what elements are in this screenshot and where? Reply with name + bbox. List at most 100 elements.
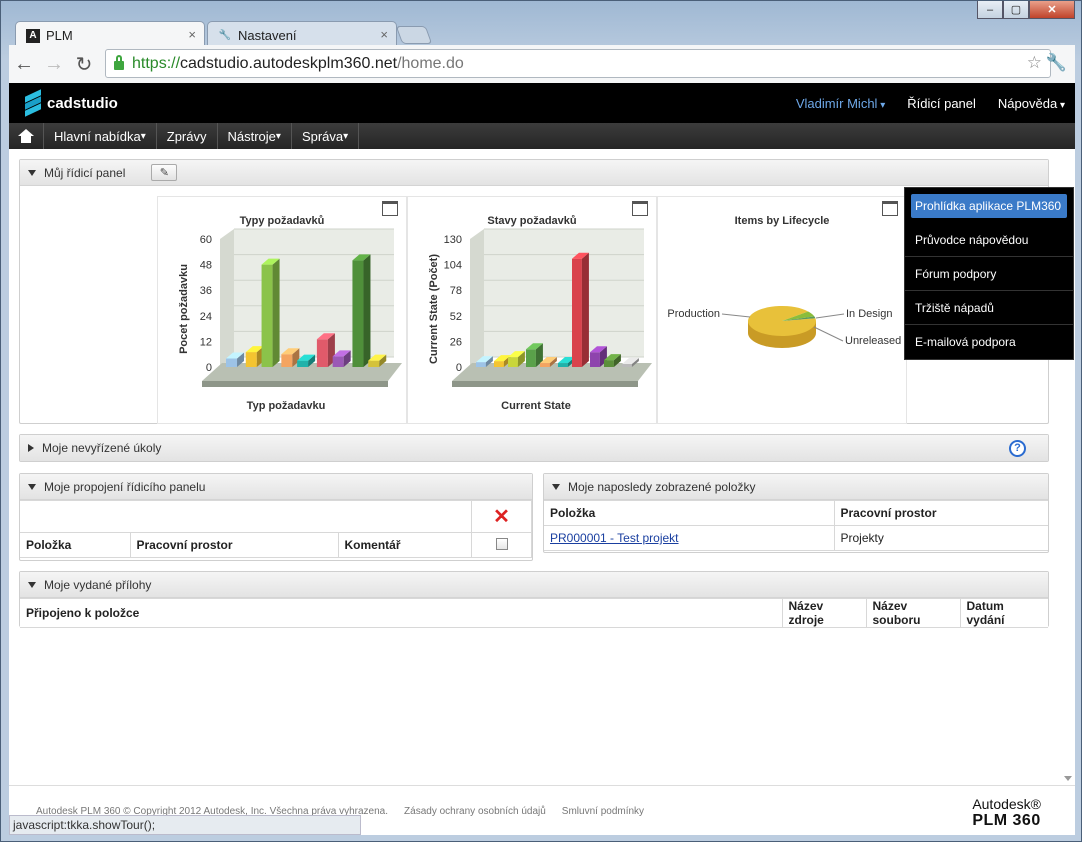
lock-icon [114, 55, 124, 70]
bar-side [581, 252, 589, 367]
close-tab-icon[interactable]: × [380, 27, 388, 42]
item-link[interactable]: PR000001 - Test projekt [550, 531, 679, 545]
menu-main[interactable]: Hlavní nabídka [44, 123, 157, 149]
plot-side-wall [470, 229, 484, 367]
bar-front [590, 352, 600, 367]
panel-header[interactable]: Moje nevyřízené úkoly ? [20, 435, 1048, 461]
minimize-button[interactable]: – [977, 1, 1003, 19]
user-menu[interactable]: Vladimír Michl [796, 96, 885, 111]
select-all-checkbox[interactable] [471, 532, 532, 558]
menu-item-idea-market[interactable]: Tržiště nápadů [905, 291, 1073, 325]
url-scheme: https:// [132, 54, 181, 72]
maximize-button[interactable]: ▢ [1003, 1, 1029, 19]
collapse-triangle-icon[interactable] [552, 483, 560, 490]
column-header[interactable]: Datum vydání [959, 598, 1048, 628]
maximize-chart-icon[interactable] [382, 201, 398, 216]
panel-title: Moje propojení řídicího panelu [44, 479, 206, 494]
bar-front [245, 352, 257, 367]
menu-item-help-guide[interactable]: Průvodce nápovědou [905, 223, 1073, 257]
collapse-triangle-icon[interactable] [28, 169, 36, 176]
panel-header[interactable]: Moje propojení řídicího panelu [20, 474, 532, 500]
bar-chart-svg: 0 12 24 36 48 60 Typ požadavku Pocet požadavku [178, 228, 402, 412]
tab-nastaveni[interactable]: 🔧 Nastavení × [207, 21, 397, 45]
new-tab-button[interactable] [395, 26, 433, 44]
url-path: /home.do [397, 54, 464, 72]
privacy-link[interactable]: Zásady ochrany osobních údajů [404, 806, 546, 817]
forward-arrow-icon[interactable]: → [39, 53, 69, 76]
cadstudio-logo[interactable]: cadstudio [25, 89, 118, 117]
panel-header[interactable]: Můj řídicí panel ✎ [20, 160, 1048, 186]
bar-front [622, 364, 632, 367]
column-header[interactable]: Pracovní prostor [833, 500, 1048, 526]
column-header[interactable]: Položka [544, 500, 835, 526]
y-tick-label: 52 [450, 311, 462, 323]
x-axis-label: Typ požadavku [247, 400, 326, 412]
tab-label: Nastavení [238, 28, 297, 43]
maximize-chart-icon[interactable] [632, 201, 648, 216]
plot-floor-edge [202, 381, 388, 387]
bar [261, 258, 280, 367]
chart-request-types: Typy požadavků 0 12 24 36 48 60 Typ požadavku P… [157, 196, 407, 424]
menu-reports[interactable]: Zprávy [157, 123, 218, 149]
header-nav: Vladimír Michl Řídicí panel Nápověda [796, 83, 1065, 123]
collapse-triangle-icon[interactable] [28, 483, 36, 490]
home-button[interactable] [9, 123, 44, 149]
table-row: PR000001 - Test projekt Projekty [544, 525, 1048, 551]
menu-item-plm-tour[interactable]: Prohlídka aplikace PLM360 [911, 194, 1067, 218]
bar-front [508, 357, 518, 367]
menu-item-email-support[interactable]: E-mailová podpora [905, 325, 1073, 359]
workspace-cell: Projekty [833, 525, 1048, 551]
control-panel-link[interactable]: Řídicí panel [907, 96, 976, 111]
browser-toolbar: ← → ↻ https:// cadstudio.autodeskplm360.… [9, 45, 1075, 83]
menu-item-support-forum[interactable]: Fórum podpory [905, 257, 1073, 291]
maximize-chart-icon[interactable] [882, 201, 898, 216]
attachments-table: Připojeno k položce Název zdroje Název s… [20, 598, 1048, 628]
column-header[interactable]: Název souboru [865, 598, 961, 628]
column-header[interactable]: Komentář [337, 532, 472, 558]
brand-line-2: PLM 360 [972, 812, 1041, 829]
chart-title: Typy požadavků [239, 215, 325, 227]
help-icon[interactable]: ? [1009, 439, 1026, 457]
bar-front [476, 362, 486, 367]
panel-title: Moje naposledy zobrazené položky [568, 479, 756, 494]
address-bar[interactable]: https:// cadstudio.autodeskplm360.net /h… [105, 49, 1051, 78]
column-header[interactable]: Položka [20, 532, 131, 558]
dashboard-links-panel: Moje propojení řídicího panelu ✕ Položka… [19, 473, 533, 561]
bar-front [281, 354, 293, 367]
browser-status-bar: javascript:tkka.showTour(); [9, 815, 361, 835]
delete-x-icon[interactable]: ✕ [471, 500, 532, 533]
panel-header[interactable]: Moje vydané přílohy [20, 572, 1048, 598]
panel-header[interactable]: Moje naposledy zobrazené položky [544, 474, 1048, 500]
terms-link[interactable]: Smluvní podmínky [562, 806, 644, 817]
back-arrow-icon[interactable]: ← [9, 53, 39, 76]
edit-pencil-icon[interactable]: ✎ [151, 164, 178, 181]
close-tab-icon[interactable]: × [188, 27, 196, 42]
column-header[interactable]: Název zdroje [781, 598, 867, 628]
close-window-button[interactable]: ✕ [1029, 1, 1075, 19]
bar-front [226, 358, 238, 367]
my-dashboard-panel: Můj řídicí panel ✎ Typy požadavků 0 12 24 3… [19, 159, 1049, 424]
browser-tabs: A PLM × 🔧 Nastavení × [15, 21, 433, 45]
panel-title: Moje vydané přílohy [44, 577, 152, 592]
column-header[interactable]: Připojeno k položce [20, 598, 783, 628]
y-tick-label: 78 [450, 285, 462, 297]
help-menu[interactable]: Nápověda [998, 96, 1065, 111]
app-header: cadstudio Vladimír Michl Řídicí panel Ná… [9, 83, 1075, 123]
expand-triangle-icon[interactable] [28, 444, 34, 452]
tab-plm[interactable]: A PLM × [15, 21, 205, 45]
scroll-down-arrow-icon[interactable] [1064, 776, 1072, 781]
menu-admin[interactable]: Správa [292, 123, 360, 149]
reload-icon[interactable]: ↻ [69, 52, 99, 77]
collapse-triangle-icon[interactable] [28, 581, 36, 588]
chart-items-lifecycle: Items by Lifecycle Production In Design Un… [657, 196, 907, 424]
brand-line-1: Autodesk® [972, 796, 1041, 812]
toolbar-cell [20, 500, 472, 533]
chart-title: Items by Lifecycle [734, 215, 830, 227]
logo-text: cadstudio [47, 94, 118, 112]
url-host: cadstudio.autodeskplm360.net [180, 54, 398, 72]
column-header[interactable]: Pracovní prostor [129, 532, 339, 558]
bookmark-star-icon[interactable]: ☆ [1027, 53, 1042, 73]
settings-wrench-icon[interactable]: 🔧 [1046, 53, 1067, 73]
pie-leader-line [813, 326, 844, 342]
menu-tools[interactable]: Nástroje [218, 123, 292, 149]
